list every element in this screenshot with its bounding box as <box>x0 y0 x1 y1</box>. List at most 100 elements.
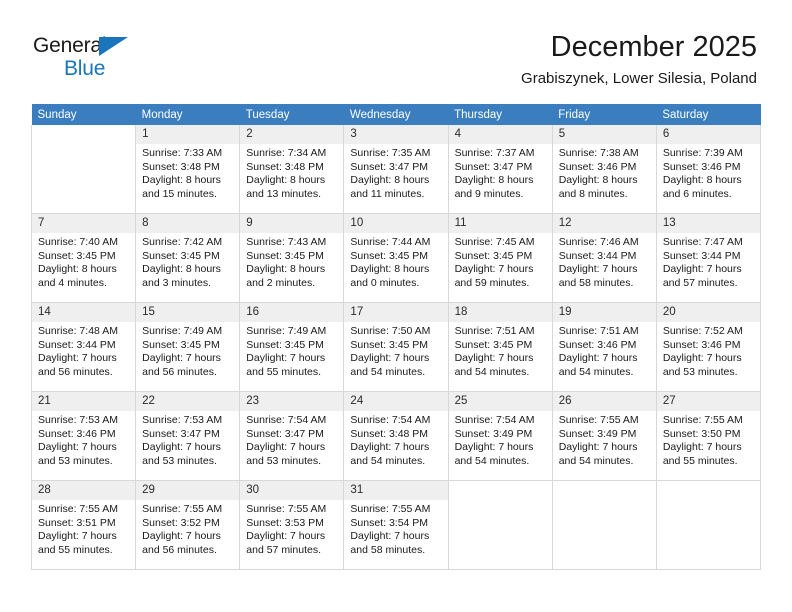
calendar-day-cell[interactable]: 25 Sunrise: 7:54 AM Sunset: 3:49 PM Dayligh… <box>447 391 553 481</box>
day-info-line: Daylight: 8 hours <box>142 174 221 187</box>
calendar-day-cell[interactable]: 17 Sunrise: 7:50 AM Sunset: 3:45 PM Dayligh… <box>343 302 449 392</box>
day-number: 14 <box>32 303 136 322</box>
calendar-day-cell[interactable]: 8 Sunrise: 7:42 AM Sunset: 3:45 PM Daylight… <box>135 213 241 303</box>
day-sun-info: Sunrise: 7:55 AM Sunset: 3:50 PM Daylight:… <box>657 411 760 468</box>
day-info-line: Daylight: 7 hours <box>38 441 117 454</box>
calendar-day-cell[interactable]: 18 Sunrise: 7:51 AM Sunset: 3:45 PM Dayligh… <box>447 302 553 392</box>
day-info-line: Sunset: 3:54 PM <box>350 516 429 529</box>
day-number: 9 <box>240 214 344 233</box>
day-info-line: Sunset: 3:44 PM <box>558 249 637 262</box>
calendar-day-cell[interactable]: 19 Sunrise: 7:51 AM Sunset: 3:46 PM Dayligh… <box>551 302 657 392</box>
day-sun-info: Sunrise: 7:55 AM Sunset: 3:49 PM Daylight:… <box>553 411 656 468</box>
day-info-line: Sunrise: 7:37 AM <box>454 147 535 159</box>
calendar-day-cell[interactable]: 28 Sunrise: 7:55 AM Sunset: 3:51 PM Dayligh… <box>30 480 137 570</box>
calendar-day-cell[interactable]: 21 Sunrise: 7:53 AM Sunset: 3:46 PM Dayligh… <box>30 391 137 481</box>
day-number: 15 <box>136 303 240 322</box>
triangle-icon <box>99 37 128 56</box>
day-info-line: Daylight: 8 hours <box>558 174 638 187</box>
day-info-line: and 55 minutes. <box>662 454 738 467</box>
calendar-day-cell[interactable]: 11 Sunrise: 7:45 AM Sunset: 3:45 PM Dayligh… <box>447 213 553 303</box>
day-info-line: Sunset: 3:52 PM <box>142 516 220 529</box>
day-number <box>448 481 552 500</box>
day-info-line: Sunrise: 7:45 AM <box>454 236 535 248</box>
day-info-line: Sunrise: 7:42 AM <box>142 236 223 248</box>
day-info-line: and 54 minutes. <box>558 365 634 378</box>
day-info-line: and 54 minutes. <box>454 454 530 467</box>
calendar-table: Sunday Monday Tuesday Wednesday Thursday Frid… <box>30 104 762 570</box>
calendar-day-cell[interactable]: 20 Sunrise: 7:52 AM Sunset: 3:46 PM Dayligh… <box>655 302 762 392</box>
calendar-day-cell[interactable]: 4 Sunrise: 7:37 AM Sunset: 3:47 PM Daylight… <box>447 125 553 214</box>
day-sun-info: Sunrise: 7:44 AM Sunset: 3:45 PM Daylight:… <box>344 233 447 290</box>
day-info-line: Daylight: 7 hours <box>350 530 430 543</box>
calendar-day-cell[interactable]: 14 Sunrise: 7:48 AM Sunset: 3:44 PM Dayligh… <box>30 302 137 392</box>
day-info-line: Daylight: 7 hours <box>558 441 638 454</box>
calendar-day-cell[interactable]: 9 Sunrise: 7:43 AM Sunset: 3:45 PM Daylight… <box>239 213 345 303</box>
calendar-day-cell[interactable]: 23 Sunrise: 7:54 AM Sunset: 3:47 PM Dayligh… <box>239 391 345 481</box>
day-number: 22 <box>136 392 240 411</box>
day-info-line: Sunset: 3:45 PM <box>142 249 220 262</box>
calendar-day-cell[interactable]: 3 Sunrise: 7:35 AM Sunset: 3:47 PM Daylight… <box>343 125 449 214</box>
day-sun-info: Sunrise: 7:54 AM Sunset: 3:48 PM Daylight:… <box>344 411 447 468</box>
day-sun-info: Sunrise: 7:53 AM Sunset: 3:47 PM Daylight:… <box>136 411 239 468</box>
day-sun-info: Sunrise: 7:40 AM Sunset: 3:45 PM Daylight:… <box>32 233 135 290</box>
day-number: 10 <box>344 214 448 233</box>
day-info-line: Sunset: 3:44 PM <box>38 338 116 351</box>
day-number: 2 <box>240 125 344 144</box>
day-info-line: Sunrise: 7:47 AM <box>662 236 743 248</box>
weekday-header-friday: Friday <box>552 104 657 125</box>
calendar-day-cell[interactable]: 2 Sunrise: 7:34 AM Sunset: 3:48 PM Daylight… <box>239 125 345 214</box>
calendar-day-cell[interactable]: 31 Sunrise: 7:55 AM Sunset: 3:54 PM Dayligh… <box>343 480 449 570</box>
calendar-day-cell[interactable]: 13 Sunrise: 7:47 AM Sunset: 3:44 PM Dayligh… <box>655 213 762 303</box>
day-info-line: Sunrise: 7:55 AM <box>662 414 743 426</box>
day-number: 23 <box>240 392 344 411</box>
calendar-body: 1 Sunrise: 7:33 AM Sunset: 3:48 PM Daylight… <box>30 125 762 570</box>
weekday-header-thursday: Thursday <box>448 104 553 125</box>
day-info-line: Daylight: 8 hours <box>38 263 117 276</box>
day-number: 28 <box>32 481 136 500</box>
calendar-day-cell[interactable]: 27 Sunrise: 7:55 AM Sunset: 3:50 PM Dayligh… <box>655 391 762 481</box>
day-info-line: Sunset: 3:45 PM <box>350 338 429 351</box>
day-number: 13 <box>656 214 760 233</box>
day-info-line: and 53 minutes. <box>38 454 113 467</box>
day-info-line: Sunset: 3:53 PM <box>246 516 324 529</box>
calendar-day-cell[interactable]: 24 Sunrise: 7:54 AM Sunset: 3:48 PM Dayligh… <box>343 391 449 481</box>
calendar-day-cell[interactable]: 7 Sunrise: 7:40 AM Sunset: 3:45 PM Daylight… <box>30 213 137 303</box>
day-sun-info: Sunrise: 7:39 AM Sunset: 3:46 PM Daylight:… <box>657 144 760 201</box>
calendar-header-row: Sunday Monday Tuesday Wednesday Thursday Frid… <box>31 104 761 125</box>
day-info-line: Sunset: 3:48 PM <box>350 427 429 440</box>
calendar-day-cell[interactable]: 5 Sunrise: 7:38 AM Sunset: 3:46 PM Daylight… <box>551 125 657 214</box>
day-info-line: Sunset: 3:44 PM <box>662 249 741 262</box>
calendar-day-cell[interactable]: 12 Sunrise: 7:46 AM Sunset: 3:44 PM Dayligh… <box>551 213 657 303</box>
day-number: 6 <box>656 125 760 144</box>
calendar-day-cell[interactable]: 1 Sunrise: 7:33 AM Sunset: 3:48 PM Daylight… <box>135 125 241 214</box>
day-info-line: Sunset: 3:47 PM <box>454 160 533 173</box>
weekday-header-saturday: Saturday <box>656 104 761 125</box>
day-info-line: and 57 minutes. <box>662 276 738 289</box>
logo-top-row: General <box>33 34 173 58</box>
day-sun-info: Sunrise: 7:49 AM Sunset: 3:45 PM Daylight:… <box>240 322 343 379</box>
day-number: 29 <box>136 481 240 500</box>
day-info-line: Daylight: 7 hours <box>454 263 534 276</box>
day-info-line: Daylight: 7 hours <box>662 441 742 454</box>
day-info-line: Daylight: 7 hours <box>142 530 221 543</box>
calendar-cell-empty <box>551 480 657 570</box>
calendar-day-cell[interactable]: 6 Sunrise: 7:39 AM Sunset: 3:46 PM Daylight… <box>655 125 762 214</box>
day-info-line: and 9 minutes. <box>454 187 524 200</box>
day-number <box>656 481 760 500</box>
day-number <box>552 481 656 500</box>
calendar-week-row: 1 Sunrise: 7:33 AM Sunset: 3:48 PM Daylight… <box>30 125 762 214</box>
day-info-line: and 53 minutes. <box>662 365 738 378</box>
day-number: 30 <box>240 481 344 500</box>
day-info-line: Daylight: 7 hours <box>350 352 430 365</box>
calendar-day-cell[interactable]: 15 Sunrise: 7:49 AM Sunset: 3:45 PM Dayligh… <box>135 302 241 392</box>
day-info-line: Daylight: 7 hours <box>454 441 534 454</box>
day-sun-info: Sunrise: 7:55 AM Sunset: 3:52 PM Daylight:… <box>136 500 239 557</box>
day-info-line: Daylight: 8 hours <box>142 263 221 276</box>
calendar-day-cell[interactable]: 30 Sunrise: 7:55 AM Sunset: 3:53 PM Dayligh… <box>239 480 345 570</box>
calendar-day-cell[interactable]: 10 Sunrise: 7:44 AM Sunset: 3:45 PM Dayligh… <box>343 213 449 303</box>
calendar-day-cell[interactable]: 26 Sunrise: 7:55 AM Sunset: 3:49 PM Dayligh… <box>551 391 657 481</box>
calendar-day-cell[interactable]: 16 Sunrise: 7:49 AM Sunset: 3:45 PM Dayligh… <box>239 302 345 392</box>
calendar-day-cell[interactable]: 22 Sunrise: 7:53 AM Sunset: 3:47 PM Dayligh… <box>135 391 241 481</box>
calendar-day-cell[interactable]: 29 Sunrise: 7:55 AM Sunset: 3:52 PM Dayligh… <box>135 480 241 570</box>
day-info-line: and 13 minutes. <box>246 187 321 200</box>
